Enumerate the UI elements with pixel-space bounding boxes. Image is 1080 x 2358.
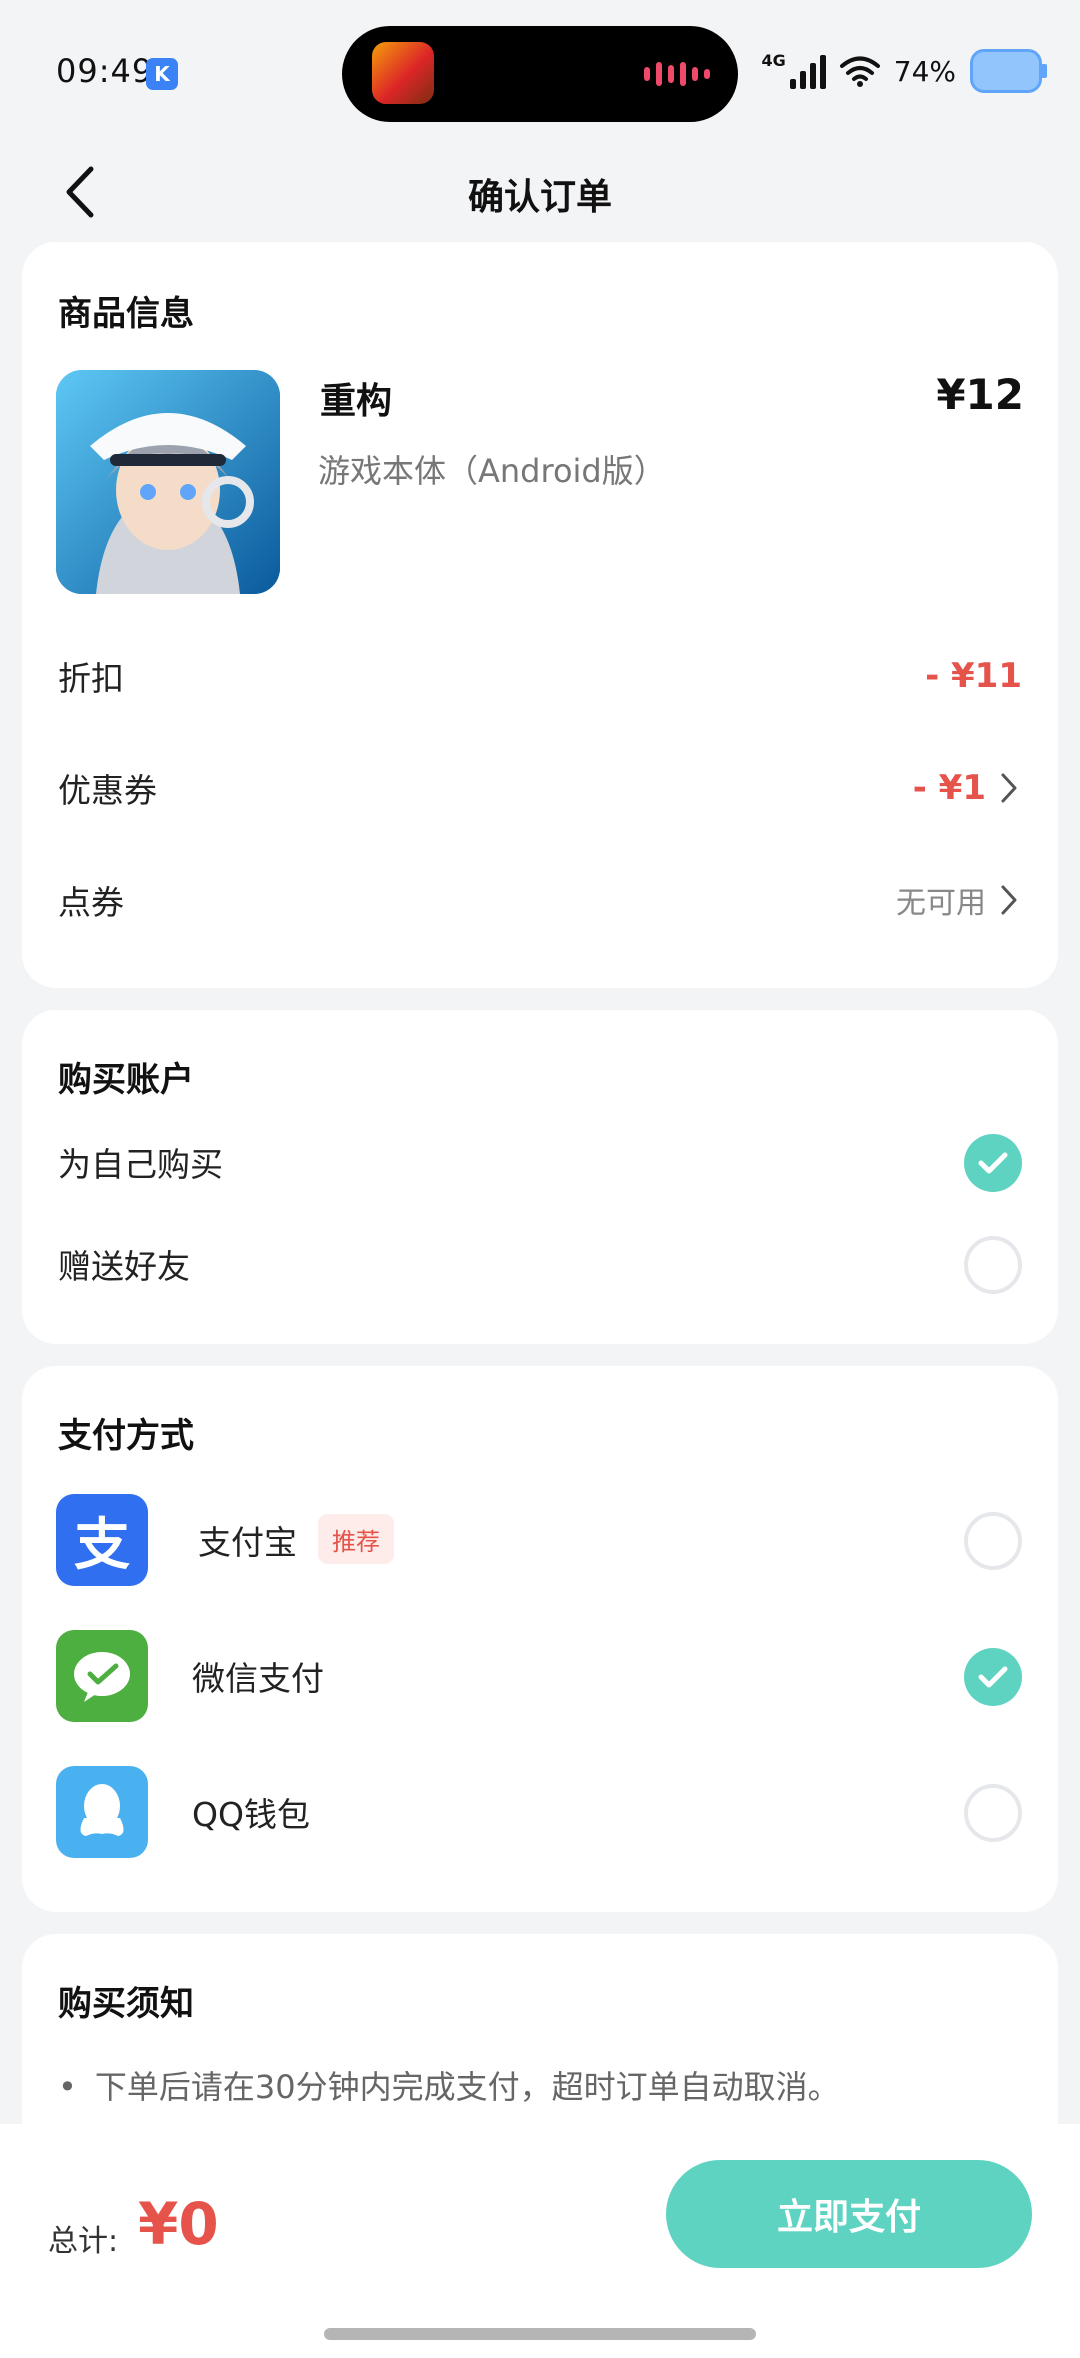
battery-percent: 74% [893, 54, 956, 88]
section-title: 商品信息 [58, 294, 194, 334]
alipay-label[interactable]: 支付宝 [198, 1516, 297, 1564]
section-title: 购买须知 [58, 1984, 194, 2024]
status-time: 09:49 [56, 52, 154, 90]
wechat-pay-icon [56, 1630, 148, 1722]
bullet-icon: • [58, 2068, 77, 2106]
checkout-bar: 总计: ¥0 立即支付 [0, 2124, 1080, 2358]
wifi-icon [839, 56, 880, 87]
status-bar: 09:49 K 4G 74% [0, 0, 1080, 140]
recommend-badge: 推荐 [318, 1514, 394, 1564]
gift-friend-label[interactable]: 赠送好友 [58, 1240, 190, 1288]
qq-wallet-icon [56, 1766, 148, 1858]
notice-item: • 下单后请在30分钟内完成支付，超时订单自动取消。 [58, 2062, 840, 2108]
qq-wallet-radio[interactable] [964, 1784, 1022, 1842]
wechat-pay-radio[interactable] [964, 1648, 1022, 1706]
product-price: ¥12 [936, 370, 1024, 419]
payment-method-card: 支付方式 支 支付宝 推荐 微信支付 QQ钱包 [22, 1366, 1058, 1912]
signal-icon [789, 53, 826, 89]
alipay-radio[interactable] [964, 1512, 1022, 1570]
product-info-card: 商品信息 重构 ¥12 游戏本体（Android版） 折扣 - ¥11 优惠券 … [22, 242, 1058, 988]
total-label: 总计: [48, 2224, 119, 2259]
dynamic-island[interactable] [342, 26, 738, 122]
wechat-bubble-icon [74, 1652, 130, 1702]
points-coupon-value: 无可用 [896, 886, 986, 921]
game-cover-icon [56, 370, 280, 594]
qq-wallet-label[interactable]: QQ钱包 [192, 1788, 310, 1836]
media-thumbnail-icon [372, 42, 434, 104]
discount-value: - ¥11 [925, 656, 1022, 696]
home-indicator[interactable] [324, 2328, 756, 2340]
check-icon [978, 1152, 1008, 1174]
purchase-account-card: 购买账户 为自己购买 赠送好友 [22, 1010, 1058, 1344]
alipay-icon: 支 [56, 1494, 148, 1586]
wechat-pay-label[interactable]: 微信支付 [192, 1652, 324, 1700]
product-name: 重构 [320, 381, 393, 422]
gift-friend-radio[interactable] [964, 1236, 1022, 1294]
discount-label: 折扣 [58, 659, 124, 698]
alipay-glyph: 支 [74, 1512, 130, 1578]
points-coupon-row[interactable]: 点券 无可用 [58, 870, 1022, 930]
buy-for-self-radio[interactable] [964, 1134, 1022, 1192]
coupon-row[interactable]: 优惠券 - ¥1 [58, 758, 1022, 818]
order-confirm-page: 09:49 K 4G 74% 确认订单 商品信息 重构 ¥12 游戏本体（And… [0, 0, 1080, 2358]
network-type: 4G [761, 50, 786, 70]
section-title: 支付方式 [58, 1416, 194, 1456]
chevron-right-icon [996, 770, 1022, 806]
battery-icon [970, 49, 1047, 93]
total-amount: ¥0 [138, 2190, 219, 2258]
coupon-value: - ¥1 [912, 768, 986, 808]
pay-now-button[interactable]: 立即支付 [666, 2160, 1032, 2268]
section-title: 购买账户 [58, 1060, 194, 1100]
points-coupon-label: 点券 [58, 883, 124, 922]
notification-app-icon: K [146, 58, 178, 90]
discount-row: 折扣 - ¥11 [58, 646, 1022, 706]
buy-for-self-label[interactable]: 为自己购买 [58, 1138, 223, 1186]
check-icon [978, 1666, 1008, 1688]
nav-bar: 确认订单 [0, 140, 1080, 250]
coupon-label: 优惠券 [58, 771, 157, 810]
status-icons: 4G 74% [761, 46, 1047, 96]
chevron-right-icon [996, 882, 1022, 918]
page-title: 确认订单 [467, 177, 612, 218]
notice-text: 下单后请在30分钟内完成支付，超时订单自动取消。 [94, 2068, 840, 2106]
product-image[interactable] [56, 370, 280, 594]
qq-penguin-icon [80, 1784, 124, 1836]
product-sku: 游戏本体（Android版） [318, 452, 666, 490]
audio-wave-icon [644, 62, 710, 86]
